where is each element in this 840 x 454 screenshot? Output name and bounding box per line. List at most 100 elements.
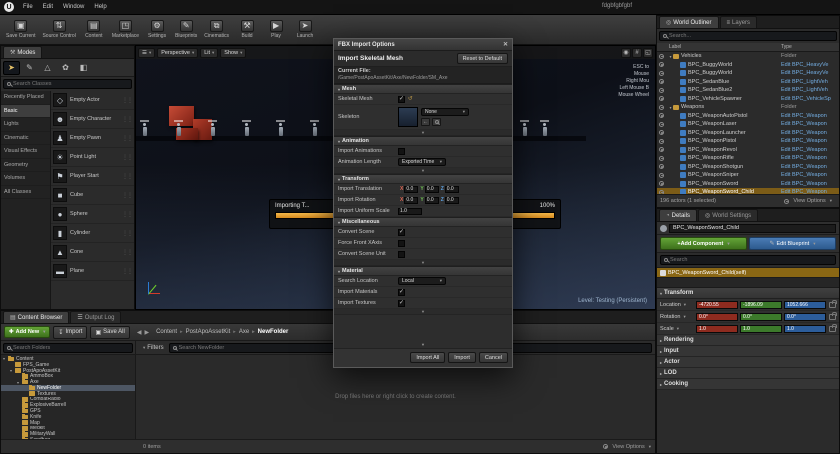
outliner-row[interactable]: Vehicles Folder (657, 52, 839, 61)
breadcrumb-item[interactable]: PostApoAssetKit (177, 329, 231, 335)
lock-icon[interactable] (829, 299, 837, 308)
rotation-y-field[interactable]: 0.0 (424, 196, 439, 204)
actor-label[interactable]: BPC_WeaponPistol (688, 138, 781, 144)
tab-world-settings[interactable]: ◎ World Settings (697, 209, 759, 221)
visibility-eye-icon[interactable] (659, 164, 664, 170)
outliner-row[interactable]: BPC_WeaponPistol Edit BPC_Weapon (657, 137, 839, 146)
toolbar-button[interactable]: ▣ Save Current (3, 19, 38, 40)
outliner-row[interactable]: BPC_WeaponSniper Edit BPC_Weapon (657, 171, 839, 180)
drag-grip-icon[interactable]: ⋮⋮ (122, 97, 133, 104)
actor-label[interactable]: BPC_WeaponSword (688, 181, 781, 187)
details-section-header[interactable]: ▸ LOD (657, 368, 839, 379)
location-x-field[interactable]: -4720.55 (696, 300, 738, 309)
viewport-options-icon[interactable]: ☰ ▾ (138, 47, 156, 58)
visibility-eye-icon[interactable] (659, 147, 664, 153)
edit-blueprint-button[interactable]: ✎ Edit Blueprint ▾ (749, 237, 836, 250)
transform-section-header[interactable]: ▾ Transform (334, 174, 512, 184)
modes-category[interactable]: Cinematic (1, 132, 50, 145)
reset-to-default-button[interactable]: Reset to Default (456, 53, 508, 64)
property-checkbox[interactable] (398, 239, 405, 247)
rotation-z-field[interactable]: 0.0 (444, 196, 459, 204)
import-button[interactable]: Import (448, 352, 476, 363)
modes-category[interactable]: All Classes (1, 186, 50, 199)
placeable-item[interactable]: ♟ Empty Pawn ⋮⋮ (51, 129, 134, 148)
outliner-row[interactable]: BPC_BuggyWorld Edit BPC_HeavyVe (657, 69, 839, 78)
skeleton-combo[interactable]: None ▾ (421, 108, 469, 116)
toolbar-button[interactable]: ➤ Launch (291, 19, 319, 40)
type-column-header[interactable]: Type (781, 44, 837, 50)
actor-label[interactable]: BPC_WeaponShotgun (688, 164, 781, 170)
scale-x-field[interactable]: 1.0 (696, 324, 738, 333)
outliner-row[interactable]: BPC_WeaponLauncher Edit BPC_Weapon (657, 129, 839, 138)
outliner-row[interactable]: BPC_WeaponLaser Edit BPC_Weapon (657, 120, 839, 129)
paint-mode-icon[interactable]: ✎ (21, 61, 38, 75)
outliner-row[interactable]: BPC_SedanBlue Edit BPC_LightVeh (657, 78, 839, 87)
breadcrumb-item[interactable]: NewFolder (249, 329, 289, 335)
outliner-row[interactable]: BPC_VehicleSpawner Edit BPC_VehicleSp (657, 95, 839, 104)
modes-category[interactable]: Geometry (1, 159, 50, 172)
lit-button[interactable]: Lit ▾ (200, 47, 219, 58)
dialog-titlebar[interactable]: FBX Import Options ✕ (334, 39, 512, 51)
foliage-mode-icon[interactable]: ✿ (57, 61, 74, 75)
import-all-button[interactable]: Import All (410, 352, 446, 363)
tab-layers[interactable]: ≡ Layers (719, 16, 758, 28)
actor-type-link[interactable]: Edit BPC_Weapon (781, 113, 837, 119)
actor-label[interactable]: BPC_WeaponRifle (688, 155, 781, 161)
actor-type-link[interactable]: Folder (781, 53, 837, 59)
material-section-header[interactable]: ▾ Material (334, 266, 512, 276)
visibility-eye-icon[interactable] (659, 121, 664, 127)
actor-type-link[interactable]: Edit BPC_Weapon (781, 155, 837, 161)
details-section-header[interactable]: ▸ Input (657, 346, 839, 357)
outliner-row[interactable]: BPC_SedanBlue2 Edit BPC_LightVeh (657, 86, 839, 95)
placeable-item[interactable]: ◇ Empty Actor ⋮⋮ (51, 91, 134, 110)
search-folders-input[interactable] (13, 344, 129, 351)
outliner-row[interactable]: BPC_WeaponShotgun Edit BPC_Weapon (657, 163, 839, 172)
skeletal-mesh-checkbox[interactable] (398, 95, 405, 103)
rotation-y-field[interactable]: 0.0° (740, 312, 782, 321)
actor-type-link[interactable]: Edit BPC_LightVeh (781, 87, 837, 93)
location-y-field[interactable]: -1896.09 (740, 300, 782, 309)
actor-label[interactable]: BPC_WeaponAutoPistol (688, 113, 781, 119)
visibility-eye-icon[interactable] (659, 155, 664, 161)
details-section-header[interactable]: ▸ Cooking (657, 379, 839, 390)
visibility-eye-icon[interactable] (659, 138, 664, 144)
actor-label[interactable]: BPC_WeaponSniper (688, 172, 781, 178)
grid-snap-icon[interactable]: # (632, 47, 642, 58)
tab-world-outliner[interactable]: ◎ World Outliner (659, 16, 719, 28)
uniform-scale-field[interactable]: 1.0 (398, 207, 422, 215)
perspective-button[interactable]: Perspective ▾ (157, 47, 199, 58)
location-z-field[interactable]: 1052.666 (784, 300, 826, 309)
landscape-mode-icon[interactable]: △ (39, 61, 56, 75)
drag-grip-icon[interactable]: ⋮⋮ (122, 192, 133, 199)
visibility-eye-icon[interactable] (659, 113, 664, 119)
modes-category[interactable]: Lights (1, 118, 50, 132)
actor-type-link[interactable]: Edit BPC_HeavyVe (781, 62, 837, 68)
actor-name-field[interactable]: BPC_WeaponSword_Child (669, 223, 836, 233)
tab-output-log[interactable]: ☰ Output Log (70, 311, 122, 323)
translation-x-field[interactable]: 0.0 (404, 185, 419, 193)
menu-item[interactable]: Window (63, 4, 84, 10)
visibility-eye-icon[interactable] (659, 62, 664, 68)
label-column-header[interactable]: Label (669, 44, 781, 50)
actor-type-link[interactable]: Edit BPC_Weapon (781, 147, 837, 153)
placeable-item[interactable]: ▲ Cone ⋮⋮ (51, 243, 134, 262)
placeable-item[interactable]: ⚑ Player Start ⋮⋮ (51, 167, 134, 186)
outliner-row[interactable]: BPC_WeaponSword Edit BPC_Weapon (657, 180, 839, 189)
actor-type-link[interactable]: Edit BPC_Weapon (781, 138, 837, 144)
outliner-row[interactable]: Weapons Folder (657, 103, 839, 112)
save-all-button[interactable]: ▣ Save All (90, 325, 130, 339)
actor-label[interactable]: BPC_WeaponRevol (688, 147, 781, 153)
actor-type-link[interactable]: Edit BPC_Weapon (781, 121, 837, 127)
scale-label[interactable]: Scale (660, 326, 674, 332)
actor-label[interactable]: BPC_WeaponLauncher (688, 130, 781, 136)
rotation-x-field[interactable]: 0.0 (404, 196, 419, 204)
visibility-eye-icon[interactable] (659, 87, 664, 93)
visibility-eye-icon[interactable] (659, 96, 664, 102)
placeable-item[interactable]: ☻ Empty Character ⋮⋮ (51, 110, 134, 129)
drag-grip-icon[interactable]: ⋮⋮ (122, 230, 133, 237)
place-mode-icon[interactable]: ➤ (3, 60, 20, 75)
add-component-button[interactable]: +Add Component ▾ (660, 237, 747, 250)
outliner-view-options[interactable]: View Options ▾ (782, 198, 832, 204)
menu-item[interactable]: Help (94, 4, 106, 10)
drag-grip-icon[interactable]: ⋮⋮ (122, 173, 133, 180)
